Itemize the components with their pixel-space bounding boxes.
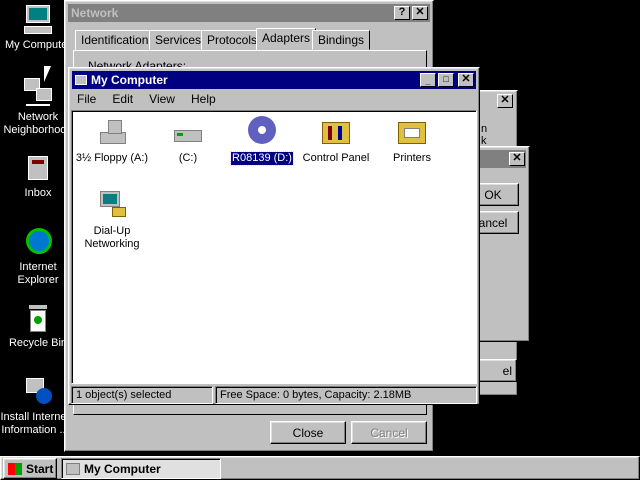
close-button[interactable]: ✕ [412, 6, 428, 20]
partial-text: k [481, 135, 487, 147]
control-panel-icon [320, 116, 352, 148]
item-label: Dial-Up Networking [84, 225, 140, 250]
desktop-icon-label: Install Internet Information ... [0, 411, 70, 436]
taskbar: Start My Computer [0, 456, 640, 480]
my-computer-icon [22, 4, 54, 36]
tab-adapters[interactable]: Adapters [256, 28, 317, 51]
internet-explorer-icon [22, 226, 54, 258]
partial-text: n [481, 123, 488, 135]
tab-bindings[interactable]: Bindings [312, 30, 371, 50]
help-button[interactable]: ? [394, 6, 410, 20]
mouse-cursor-icon [44, 66, 51, 82]
status-left: 1 object(s) selected [71, 386, 213, 404]
tab-identification[interactable]: Identification [75, 30, 155, 50]
menu-bar: File Edit View Help [77, 92, 229, 108]
install-iis-icon [22, 376, 54, 408]
network-dialog-titlebar[interactable]: Network ? ✕ [68, 4, 430, 22]
item-cd-drive[interactable]: R08139 (D:) [222, 116, 302, 166]
windows-logo-icon [8, 462, 22, 475]
cancel-dialog-button[interactable]: Cancel [351, 421, 427, 444]
item-c-drive[interactable]: (C:) [148, 116, 228, 165]
my-computer-icon [66, 462, 80, 475]
start-label: Start [26, 461, 54, 476]
content-area: 3½ Floppy (A:) (C:) R08139 (D:) Control … [71, 110, 477, 384]
tab-services[interactable]: Services [149, 30, 208, 50]
close-dialog-button[interactable]: Close [270, 421, 346, 444]
window-icon [75, 75, 87, 85]
printers-icon [396, 116, 428, 148]
recycle-bin-icon [22, 302, 54, 334]
network-dialog-title: Network [71, 6, 119, 20]
taskbar-label: My Computer [84, 461, 161, 476]
item-printers[interactable]: Printers [372, 116, 452, 165]
close-icon[interactable]: ✕ [497, 94, 513, 108]
dial-up-networking-icon [96, 189, 128, 221]
item-label: R08139 (D:) [230, 151, 294, 166]
cd-drive-icon [246, 116, 278, 148]
window-title: My Computer [91, 73, 168, 87]
start-button[interactable]: Start [3, 458, 57, 479]
tab-protocols[interactable]: Protocols [201, 30, 264, 50]
close-button[interactable]: ✕ [458, 73, 474, 87]
floppy-drive-icon [96, 116, 128, 148]
item-dial-up-networking[interactable]: Dial-Up Networking [72, 189, 152, 251]
hard-drive-icon [172, 116, 204, 148]
item-label: 3½ Floppy (A:) [75, 152, 149, 164]
my-computer-titlebar[interactable]: My Computer _ □ ✕ [72, 71, 476, 89]
item-label: Printers [393, 152, 431, 164]
my-computer-window: My Computer _ □ ✕ File Edit View Help 3½… [68, 67, 480, 405]
menu-view[interactable]: View [149, 92, 175, 106]
taskbar-button-my-computer[interactable]: My Computer [61, 458, 221, 479]
menu-help[interactable]: Help [191, 92, 216, 106]
menu-edit[interactable]: Edit [112, 92, 133, 106]
menu-file[interactable]: File [77, 92, 96, 106]
item-control-panel[interactable]: Control Panel [296, 116, 376, 165]
maximize-button[interactable]: □ [438, 73, 454, 87]
minimize-button[interactable]: _ [420, 73, 436, 87]
close-icon[interactable]: ✕ [509, 152, 525, 166]
item-label: Control Panel [302, 152, 370, 164]
item-label: (C:) [178, 152, 198, 164]
inbox-icon [22, 152, 54, 184]
item-floppy[interactable]: 3½ Floppy (A:) [72, 116, 152, 165]
status-right: Free Space: 0 bytes, Capacity: 2.18MB [215, 386, 477, 404]
